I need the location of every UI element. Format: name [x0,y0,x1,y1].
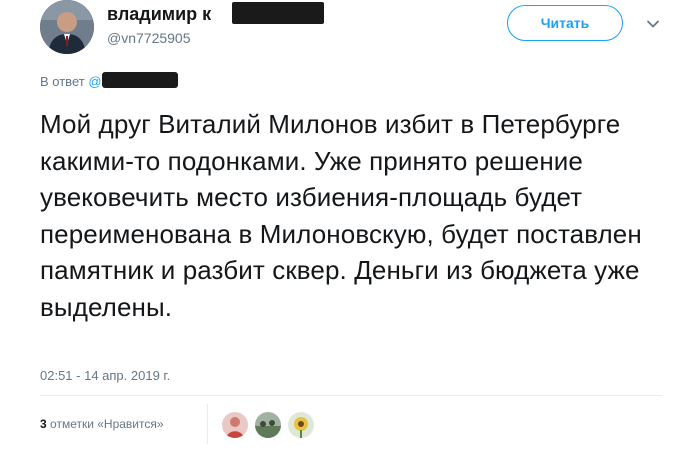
divider [40,395,662,396]
tweet-text: Мой друг Виталий Милонов избит в Петербу… [40,109,642,322]
likes-label: отметки «Нравится» [50,417,164,431]
liker-avatar[interactable] [255,412,281,438]
redaction-bar [232,2,324,24]
tweet-timestamp[interactable]: 02:51 - 14 апр. 2019 г. [40,368,170,383]
likes-count: 3 [40,417,47,431]
divider [207,404,208,444]
author-handle[interactable]: @vn7725905 [107,30,191,46]
reply-context: В ответ @ [40,74,102,89]
author-name[interactable]: владимир к [107,4,211,25]
liker-avatar[interactable] [222,412,248,438]
author-avatar[interactable] [40,0,94,54]
follow-button[interactable]: Читать [507,5,623,41]
reply-mention[interactable]: @ [88,74,101,89]
redaction-bar [102,72,178,88]
liker-avatar[interactable] [288,412,314,438]
chevron-down-icon[interactable] [645,16,661,32]
likes-stat[interactable]: 3 отметки «Нравится» [40,417,164,431]
reply-prefix: В ответ [40,74,85,89]
